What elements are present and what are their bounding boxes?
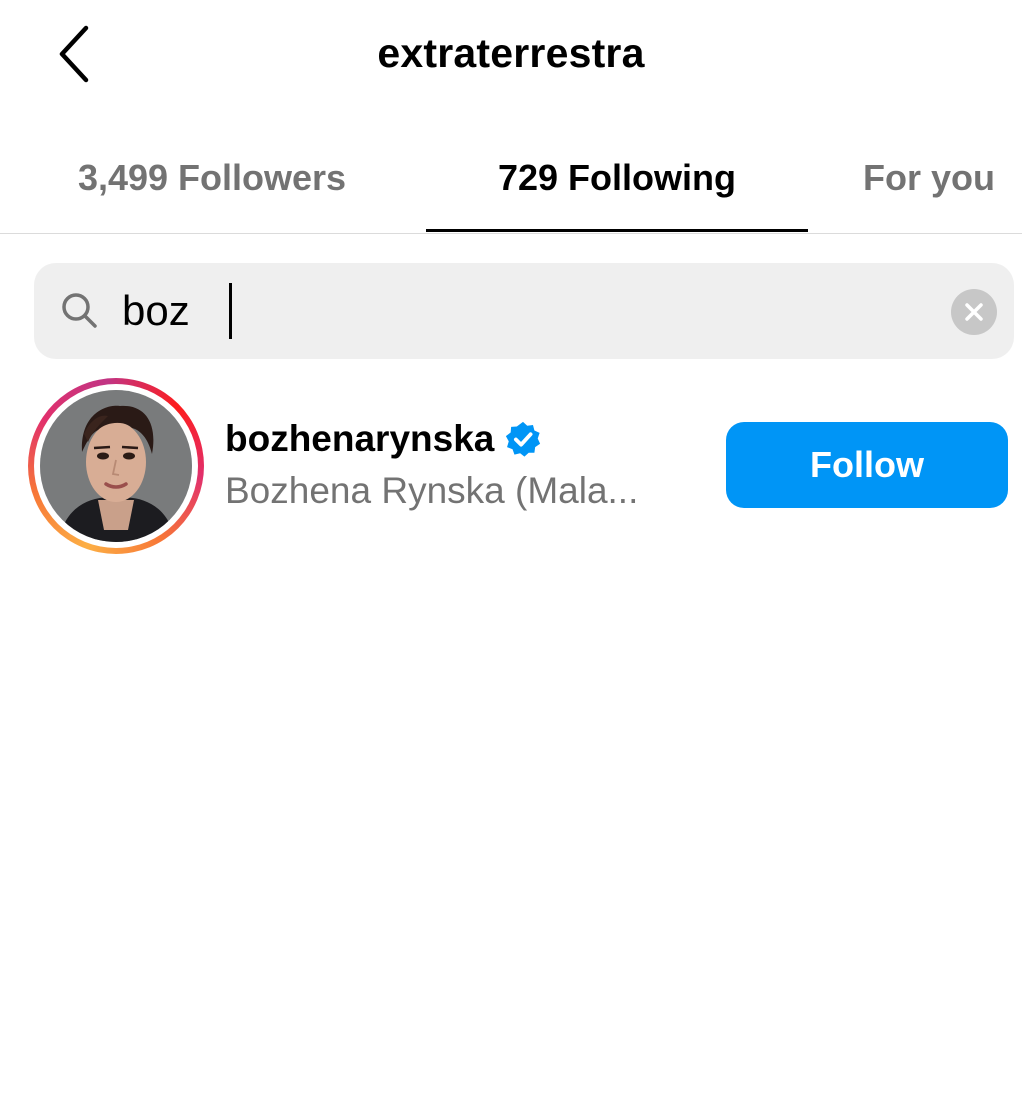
story-ring [28, 378, 204, 554]
profile-photo [40, 390, 192, 542]
active-tab-indicator [426, 229, 808, 232]
avatar[interactable] [40, 390, 192, 542]
username: bozhenarynska [225, 418, 495, 459]
page-title: extraterrestra [377, 30, 645, 76]
verified-badge-icon [506, 421, 541, 457]
tab-followers[interactable]: 3,499 Followers [28, 125, 396, 231]
top-bar: extraterrestra [0, 0, 1022, 115]
clear-icon [965, 303, 983, 321]
tab-bar: 3,499 Followers 729 Following For you [0, 125, 1022, 234]
clear-search-button[interactable] [951, 289, 997, 335]
full-name: Bozhena Rynska (Mala... [225, 470, 639, 511]
search-input[interactable] [122, 277, 922, 345]
tab-for-you[interactable]: For you [838, 125, 1022, 231]
search-bar[interactable] [34, 263, 1014, 359]
text-caret [229, 283, 232, 339]
search-icon [62, 293, 97, 328]
tab-following[interactable]: 729 Following [426, 125, 808, 231]
follow-button[interactable]: Follow [726, 422, 1008, 508]
list-item[interactable]: bozhenarynska Bozhena Rynska (Mala... Fo… [0, 376, 1022, 554]
username-line: bozhenarynska [225, 418, 542, 460]
